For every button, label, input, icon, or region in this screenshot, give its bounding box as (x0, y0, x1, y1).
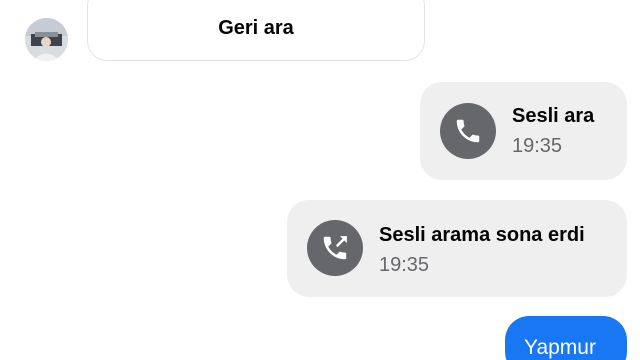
callback-button-label: Geri ara (218, 17, 294, 39)
callback-button[interactable]: Geri ara (87, 0, 425, 61)
phone-icon (440, 103, 496, 159)
sent-message-text: Yapmur (524, 336, 596, 359)
call-message-voice-call[interactable]: Sesli ara 19:35 (420, 82, 627, 180)
contact-avatar[interactable] (25, 18, 68, 61)
phone-outgoing-icon (307, 220, 363, 276)
avatar-photo (25, 18, 68, 61)
call-time: 19:35 (512, 135, 563, 157)
call-title: Sesli ara (512, 105, 595, 127)
call-time: 19:35 (379, 254, 430, 276)
call-title: Sesli arama sona erdi (379, 224, 585, 246)
call-message-call-ended[interactable]: Sesli arama sona erdi 19:35 (287, 200, 627, 297)
sent-message-bubble[interactable]: Yapmur (505, 316, 627, 360)
chat-thread: Geri ara Sesli ara 19:35 Sesli arama son… (0, 0, 640, 360)
